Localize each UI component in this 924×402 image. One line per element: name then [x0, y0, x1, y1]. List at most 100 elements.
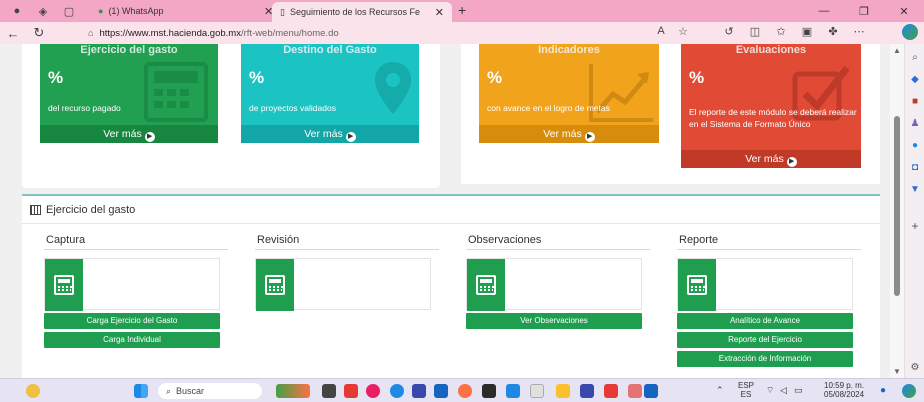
search-icon: ⌕: [166, 385, 172, 396]
address-bar: ← ↻ ⌂ https://www.mst.hacienda.gob.mx/rf…: [0, 22, 924, 44]
clock-date: 05/08/2024: [824, 390, 865, 399]
tab-seguimiento[interactable]: ▯ Seguimiento de los Recursos Fe ✕: [272, 2, 452, 22]
module-box: [466, 258, 642, 311]
trend-chart-watermark-icon: [589, 64, 653, 122]
calculator-tile[interactable]: [678, 259, 716, 311]
scroll-down-icon[interactable]: ▼: [893, 367, 901, 376]
copilot-icon[interactable]: [902, 24, 918, 40]
column-header: Revisión: [255, 232, 439, 250]
add-icon[interactable]: +: [909, 220, 921, 232]
url-field[interactable]: ⌂ https://www.mst.hacienda.gob.mx/rft-we…: [88, 25, 688, 41]
tab-whatsapp[interactable]: ● (1) WhatsApp: [90, 0, 270, 22]
ver-mas-link[interactable]: Ver más ▶: [40, 125, 218, 143]
workspaces-icon[interactable]: ◈: [34, 2, 52, 20]
scroll-thumb[interactable]: [894, 116, 900, 296]
settings-icon[interactable]: ⚙: [909, 362, 921, 374]
app-icon[interactable]: [628, 384, 642, 398]
word-icon[interactable]: [644, 384, 658, 398]
back-button[interactable]: ←: [0, 26, 26, 41]
refresh-icon[interactable]: ↺: [716, 25, 742, 38]
shopping-icon[interactable]: ■: [909, 96, 921, 108]
mail-icon[interactable]: [434, 384, 448, 398]
ver-mas-link[interactable]: Ver más ▶: [681, 150, 861, 168]
profile-icon[interactable]: ●: [8, 2, 26, 20]
card-description: de proyectos validados: [249, 103, 336, 113]
card-ejercicio: Ejercicio del gasto % del recurso pagado…: [40, 44, 218, 143]
start-button[interactable]: [134, 384, 148, 398]
chevron-up-icon[interactable]: ⌃: [716, 386, 724, 395]
card-value: %: [48, 68, 64, 87]
task-view-icon[interactable]: [322, 384, 336, 398]
carga-individual-button[interactable]: Carga Individual: [44, 332, 220, 348]
language-sub: ES: [740, 390, 752, 399]
split-screen-icon[interactable]: ◫: [742, 25, 768, 38]
module-box: [677, 258, 853, 311]
clock[interactable]: 10:59 p. m. 05/08/2024: [824, 381, 864, 399]
new-tab-button[interactable]: +: [458, 2, 466, 18]
collections-icon[interactable]: ▣: [794, 25, 820, 38]
minimize-button[interactable]: —: [804, 0, 844, 22]
close-tab-icon[interactable]: ✕: [256, 0, 281, 22]
notification-icon[interactable]: ●: [880, 386, 886, 396]
more-icon[interactable]: ⋯: [846, 25, 872, 38]
reporte-ejercicio-button[interactable]: Reporte del Ejercicio: [677, 332, 853, 348]
tab-label: Seguimiento de los Recursos Fe: [289, 7, 421, 17]
widgets-icon[interactable]: [276, 384, 310, 398]
carga-ejercicio-button[interactable]: Carga Ejercicio del Gasto: [44, 313, 220, 329]
wifi-icon[interactable]: ⌔: [766, 386, 774, 395]
arrow-right-icon: ▶: [345, 132, 356, 142]
amazon-icon[interactable]: [530, 384, 544, 398]
volume-icon[interactable]: ◁: [780, 386, 787, 395]
column-header: Reporte: [677, 232, 861, 250]
ver-observaciones-button[interactable]: Ver Observaciones: [466, 313, 642, 329]
page-scrollbar[interactable]: ▲ ▼: [890, 44, 904, 378]
page-content: Ejercicio del gasto % del recurso pagado…: [0, 44, 890, 378]
ver-mas-link[interactable]: Ver más ▶: [241, 125, 419, 143]
app-icon[interactable]: [412, 384, 426, 398]
language-indicator[interactable]: ESP ES: [738, 381, 754, 399]
scroll-up-icon[interactable]: ▲: [893, 46, 901, 55]
close-tab-icon[interactable]: ✕: [435, 6, 444, 19]
youtube-icon[interactable]: [344, 384, 358, 398]
clock-time: 10:59 p. m.: [824, 381, 865, 390]
extraccion-informacion-button[interactable]: Extracción de Información: [677, 351, 853, 367]
edge-icon[interactable]: [390, 384, 404, 398]
outlook-icon[interactable]: ◘: [909, 162, 921, 174]
browser-window: ● ◈ ▢ ● (1) WhatsApp ▯ Seguimiento de lo…: [0, 0, 924, 402]
close-window-button[interactable]: ✕: [884, 0, 924, 22]
calculator-tile[interactable]: [467, 259, 505, 311]
app-icon[interactable]: [580, 384, 594, 398]
file-explorer-icon[interactable]: [556, 384, 570, 398]
games-icon[interactable]: ●: [909, 140, 921, 152]
arrow-right-icon: ▶: [786, 157, 797, 167]
calculator-tile[interactable]: [45, 259, 83, 311]
calculator-icon: [687, 275, 707, 295]
battery-icon[interactable]: ▭: [794, 386, 803, 395]
favorites-icon[interactable]: ✩: [768, 25, 794, 38]
calculator-tile[interactable]: [256, 259, 294, 311]
netflix-icon[interactable]: [604, 384, 618, 398]
refresh-button[interactable]: ↻: [26, 25, 52, 41]
weather-icon[interactable]: [26, 384, 40, 398]
tools-icon[interactable]: ♟: [909, 118, 921, 130]
search-icon[interactable]: ⌕: [909, 52, 921, 64]
copilot-taskbar-icon[interactable]: [902, 384, 916, 398]
map-pin-watermark-icon: [375, 62, 411, 114]
copilot-sidebar-icon[interactable]: ◆: [909, 74, 921, 86]
tab-actions-icon[interactable]: ▢: [60, 2, 78, 20]
restore-button[interactable]: ❐: [844, 0, 884, 22]
lock-icon: ⌂: [88, 28, 94, 38]
dropbox-icon[interactable]: [506, 384, 520, 398]
app-icon[interactable]: [482, 384, 496, 398]
read-aloud-icon[interactable]: A: [650, 25, 672, 38]
analitico-avance-button[interactable]: Analítico de Avance: [677, 313, 853, 329]
drop-icon[interactable]: ▼: [909, 184, 921, 196]
taskbar-search[interactable]: ⌕ Buscar: [158, 383, 262, 399]
language: ESP: [738, 381, 755, 390]
app-icon[interactable]: [366, 384, 380, 398]
favorite-icon[interactable]: ☆: [672, 25, 694, 38]
extensions-icon[interactable]: ✤: [820, 25, 846, 38]
ver-mas-link[interactable]: Ver más ▶: [479, 125, 659, 143]
firefox-icon[interactable]: [458, 384, 472, 398]
column-header: Captura: [44, 232, 228, 250]
